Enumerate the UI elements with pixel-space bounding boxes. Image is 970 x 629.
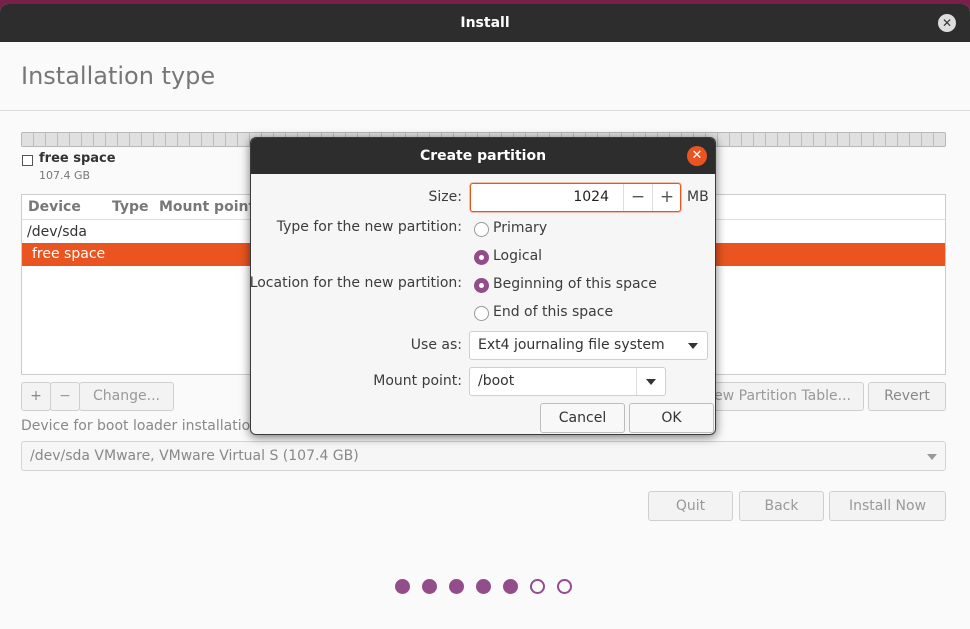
progress-dot: [422, 579, 437, 594]
progress-dot: [476, 579, 491, 594]
progress-dot: [530, 579, 545, 594]
dialog-title: Create partition: [419, 148, 547, 164]
title-divider: [0, 110, 970, 111]
type-label: Type for the new partition:: [276, 219, 462, 235]
size-input[interactable]: 1024: [471, 184, 619, 211]
add-partition-button[interactable]: +: [21, 382, 51, 411]
size-decrement-button[interactable]: −: [623, 184, 652, 211]
create-partition-dialog: Create partition ✕ Size: 1024 − + MB Typ…: [250, 137, 716, 435]
free-space-swatch-icon: [22, 155, 33, 166]
page-title: Installation type: [21, 62, 216, 90]
progress-dot: [503, 579, 518, 594]
column-type[interactable]: Type: [112, 199, 149, 215]
type-logical-radio[interactable]: [474, 250, 489, 265]
remove-partition-button[interactable]: −: [50, 382, 80, 411]
bootloader-label: Device for boot loader installation:: [21, 418, 264, 434]
location-beginning-radio[interactable]: [474, 278, 489, 293]
progress-dot: [395, 579, 410, 594]
mount-point-input[interactable]: /boot: [478, 373, 514, 389]
chevron-down-icon: [927, 454, 937, 460]
back-button[interactable]: Back: [739, 491, 824, 521]
type-primary-radio[interactable]: [474, 222, 489, 237]
progress-dot: [557, 579, 572, 594]
use-as-value: Ext4 journaling file system: [478, 337, 665, 353]
dialog-close-icon[interactable]: ✕: [687, 146, 707, 166]
use-as-label: Use as:: [410, 337, 462, 353]
size-increment-button[interactable]: +: [652, 184, 681, 211]
mount-point-combo[interactable]: /boot: [469, 367, 666, 396]
install-now-button[interactable]: Install Now: [829, 491, 946, 521]
location-beginning-label[interactable]: Beginning of this space: [493, 276, 657, 292]
new-partition-table-button[interactable]: New Partition Table...: [690, 382, 864, 411]
bootloader-device-value: /dev/sda VMware, VMware Virtual S (107.4…: [30, 448, 359, 464]
progress-dot: [449, 579, 464, 594]
mount-point-dropdown-button[interactable]: [636, 368, 665, 395]
size-unit: MB: [687, 189, 709, 205]
quit-button[interactable]: Quit: [648, 491, 733, 521]
chevron-down-icon: [688, 343, 698, 349]
location-end-label[interactable]: End of this space: [493, 304, 613, 320]
cancel-button[interactable]: Cancel: [540, 403, 625, 433]
use-as-select[interactable]: Ext4 journaling file system: [469, 331, 708, 360]
chevron-down-icon: [646, 379, 656, 385]
window-title: Install: [460, 15, 510, 31]
location-end-radio[interactable]: [474, 306, 489, 321]
legend-size: 107.4 GB: [39, 169, 91, 182]
type-logical-label[interactable]: Logical: [493, 248, 542, 264]
type-primary-label[interactable]: Primary: [493, 220, 547, 236]
dialog-titlebar: Create partition ✕: [251, 138, 715, 174]
bootloader-device-select[interactable]: /dev/sda VMware, VMware Virtual S (107.4…: [21, 441, 946, 471]
change-partition-button[interactable]: Change...: [79, 382, 174, 411]
mount-point-label: Mount point:: [373, 373, 462, 389]
window-titlebar: Install ✕: [0, 4, 970, 42]
column-mount-point[interactable]: Mount point: [159, 199, 255, 215]
size-spinbox[interactable]: 1024 − +: [470, 183, 681, 212]
window-close-icon[interactable]: ✕: [938, 14, 956, 32]
size-label: Size:: [428, 189, 462, 205]
location-label: Location for the new partition:: [250, 275, 462, 291]
revert-button[interactable]: Revert: [868, 382, 946, 411]
legend-name: free space: [39, 151, 116, 166]
column-device[interactable]: Device: [28, 199, 81, 215]
ok-button[interactable]: OK: [629, 403, 714, 433]
